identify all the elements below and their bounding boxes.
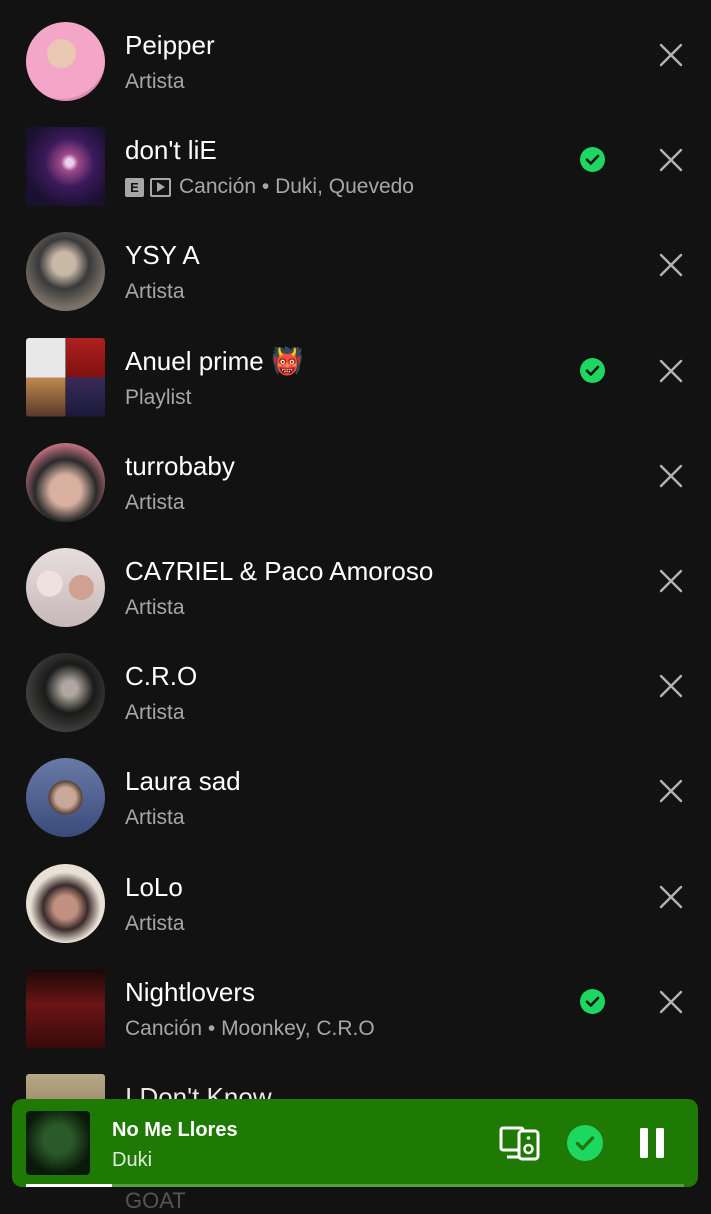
item-title: Laura sad	[125, 766, 241, 797]
added-check-icon[interactable]	[580, 357, 605, 383]
list-item[interactable]: Nightlovers Canción • Moonkey, C.R.O	[0, 947, 711, 1052]
item-title: C.R.O	[125, 661, 198, 692]
item-title: turrobaby	[125, 450, 235, 481]
playback-progress-fill	[26, 1184, 112, 1187]
item-subtitle: Artista	[125, 806, 185, 830]
added-check-icon[interactable]	[567, 1125, 603, 1161]
close-icon[interactable]	[657, 883, 685, 911]
list-item[interactable]: LoLo Artista	[0, 842, 711, 947]
artist-avatar	[26, 653, 105, 733]
artist-avatar	[26, 232, 105, 312]
list-item[interactable]: CA7RIEL & Paco Amoroso Artista	[0, 526, 711, 631]
item-subtitle: Artista	[125, 490, 185, 514]
artist-avatar	[26, 22, 105, 101]
list-item[interactable]: don't liE E Canción • Duki, Quevedo	[0, 105, 711, 210]
now-playing-artist: Duki	[112, 1149, 153, 1171]
close-icon[interactable]	[657, 41, 685, 69]
item-subtitle: Artista	[125, 701, 185, 725]
list-item[interactable]: C.R.O Artista	[0, 631, 711, 736]
item-title: Anuel prime 👹	[125, 345, 304, 376]
hidden-item-title: GOAT	[125, 1188, 186, 1213]
artist-avatar	[26, 547, 105, 627]
item-subtitle: Artista	[125, 70, 185, 93]
item-title: YSY A	[125, 240, 200, 271]
item-title: LoLo	[125, 871, 183, 902]
playlist-cover	[26, 337, 105, 417]
item-subtitle: Artista	[125, 280, 185, 304]
explicit-icon: E	[125, 177, 144, 197]
close-icon[interactable]	[657, 777, 685, 805]
item-subtitle: E Canción • Duki, Quevedo	[125, 175, 414, 199]
item-subtitle: Playlist	[125, 385, 192, 409]
item-title: Peipper	[125, 30, 215, 60]
playback-progress	[26, 1184, 684, 1187]
artist-avatar	[26, 442, 105, 522]
song-cover	[26, 127, 105, 207]
close-icon[interactable]	[657, 672, 685, 700]
list-item[interactable]: Peipper Artista	[0, 0, 711, 105]
item-title: don't liE	[125, 135, 217, 166]
item-subtitle: Artista	[125, 595, 185, 619]
added-check-icon[interactable]	[580, 988, 605, 1014]
close-icon[interactable]	[657, 357, 685, 385]
artist-avatar	[26, 758, 105, 838]
now-playing-title: No Me Llores	[112, 1119, 238, 1141]
close-icon[interactable]	[657, 251, 685, 279]
close-icon[interactable]	[657, 146, 685, 174]
pause-icon[interactable]	[639, 1127, 665, 1159]
video-icon	[150, 177, 171, 197]
close-icon[interactable]	[657, 988, 685, 1016]
item-title: Nightlovers	[125, 976, 256, 1007]
song-cover	[26, 968, 105, 1048]
list-item[interactable]: YSY A Artista	[0, 210, 711, 315]
close-icon[interactable]	[657, 567, 685, 595]
artist-avatar	[26, 863, 105, 943]
added-check-icon[interactable]	[580, 147, 605, 173]
close-icon[interactable]	[657, 462, 685, 490]
now-playing-cover	[26, 1111, 90, 1175]
connect-device-icon[interactable]	[499, 1125, 541, 1161]
search-history-list: Peipper Artista don't liE E Canción • Du…	[0, 0, 711, 1157]
list-item[interactable]: Laura sad Artista	[0, 736, 711, 841]
item-subtitle: Canción • Moonkey, C.R.O	[125, 1016, 375, 1040]
item-subtitle: Artista	[125, 911, 185, 935]
list-item[interactable]: Anuel prime 👹 Playlist	[0, 316, 711, 421]
mini-player[interactable]: No Me Llores Duki	[12, 1099, 698, 1187]
list-item[interactable]: turrobaby Artista	[0, 421, 711, 526]
item-title: CA7RIEL & Paco Amoroso	[125, 555, 434, 586]
